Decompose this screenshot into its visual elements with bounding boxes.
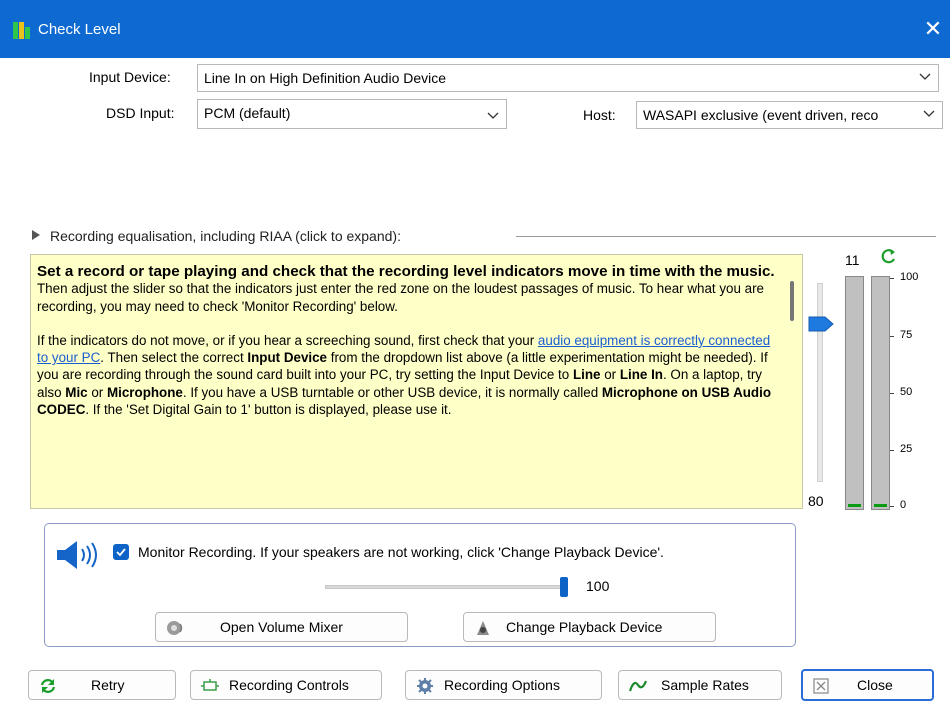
recording-controls-label: Recording Controls [229,677,349,693]
instructions-scrollbar[interactable] [790,281,794,321]
divider [516,236,936,237]
bold-input-device: Input Device [247,350,328,366]
chevron-down-icon [922,106,936,120]
input-device-value: Line In on High Definition Audio Device [204,70,447,86]
instructions-panel: Set a record or tape playing and check t… [30,254,803,509]
peak-level-value: 11 [845,252,860,268]
dsd-input-dropdown[interactable]: PCM (default) [197,99,507,129]
monitor-volume-track[interactable] [325,585,563,589]
dsd-input-label: DSD Input: [106,105,175,121]
change-playback-device-button[interactable]: Change Playback Device [463,612,716,642]
controls-icon [201,679,219,691]
bold-line-in: Line In [619,367,663,383]
sample-rates-label: Sample Rates [661,677,749,693]
input-device-dropdown[interactable]: Line In on High Definition Audio Device [197,64,939,92]
level-meter-right [871,276,890,510]
open-volume-mixer-label: Open Volume Mixer [220,619,343,635]
bold-line: Line [572,367,601,383]
instructions-p2-e: . If you have a USB turntable or other U… [182,384,602,400]
scale-tick [890,278,894,279]
checkmark-icon [116,548,126,557]
monitor-recording-checkbox[interactable] [113,544,129,560]
window-title: Check Level [38,21,121,38]
dsd-input-value: PCM (default) [204,105,291,121]
text-or: or [600,367,620,383]
scale-tick [890,393,894,394]
instructions-p2-a: If the indicators do not move, or if you… [37,332,538,348]
gain-slider-track[interactable] [817,283,823,482]
waveform-icon [629,680,647,692]
monitor-volume-value: 100 [586,578,610,594]
level-meter-app-icon [13,22,30,39]
close-label: Close [857,677,893,693]
meter-fill-right [874,504,887,507]
scale-label-75: 75 [900,329,913,341]
scale-tick [890,336,894,337]
monitor-volume-thumb[interactable] [560,577,568,597]
bold-mic: Mic [65,384,88,400]
instructions-p2-f: . If the 'Set Digital Gain to 1' button … [85,402,452,418]
volume-mixer-icon [167,621,183,635]
gain-slider-thumb[interactable] [808,316,834,332]
equalisation-expander[interactable]: Recording equalisation, including RIAA (… [32,228,401,244]
reset-peak-icon[interactable] [880,247,898,265]
meter-fill-left [848,504,861,507]
speaker-device-icon [477,621,489,635]
scale-label-50: 50 [900,386,913,398]
instructions-p2-b: . Then select the correct [100,350,248,366]
recording-options-button[interactable]: Recording Options [405,670,602,700]
chevron-down-icon [487,112,499,119]
refresh-icon [40,679,56,693]
scale-tick [890,506,894,507]
scale-tick [890,450,894,451]
gear-icon [417,678,433,694]
bold-microphone: Microphone [106,384,183,400]
sample-rates-button[interactable]: Sample Rates [618,670,782,700]
close-button[interactable]: Close [801,669,934,701]
window-close-button[interactable]: ✕ [920,16,946,42]
instructions-text: Set a record or tape playing and check t… [37,263,777,435]
recording-controls-button[interactable]: Recording Controls [190,670,382,700]
speaker-icon [57,541,97,569]
scale-label-100: 100 [900,271,919,283]
text-or: or [87,384,107,400]
host-value: WASAPI exclusive (event driven, reco [643,107,879,123]
host-dropdown[interactable]: WASAPI exclusive (event driven, reco [636,101,943,129]
instructions-headline: Set a record or tape playing and check t… [37,263,775,280]
close-icon [813,678,829,694]
title-bar: Check Level ✕ [0,0,950,58]
recording-options-label: Recording Options [444,677,560,693]
open-volume-mixer-button[interactable]: Open Volume Mixer [155,612,408,642]
gain-value: 80 [808,493,824,509]
equalisation-label: Recording equalisation, including RIAA (… [50,228,401,244]
retry-label: Retry [91,677,125,693]
scale-label-0: 0 [900,499,907,511]
host-label: Host: [583,107,616,123]
scale-label-25: 25 [900,443,913,455]
instructions-p1: Then adjust the slider so that the indic… [37,281,764,314]
expand-arrow-icon [32,230,40,240]
input-device-label: Input Device: [89,69,171,85]
level-meter-left [845,276,864,510]
monitor-recording-label: Monitor Recording. If your speakers are … [138,544,664,560]
retry-button[interactable]: Retry [28,670,176,700]
chevron-down-icon [919,73,931,80]
change-playback-device-label: Change Playback Device [506,619,663,635]
